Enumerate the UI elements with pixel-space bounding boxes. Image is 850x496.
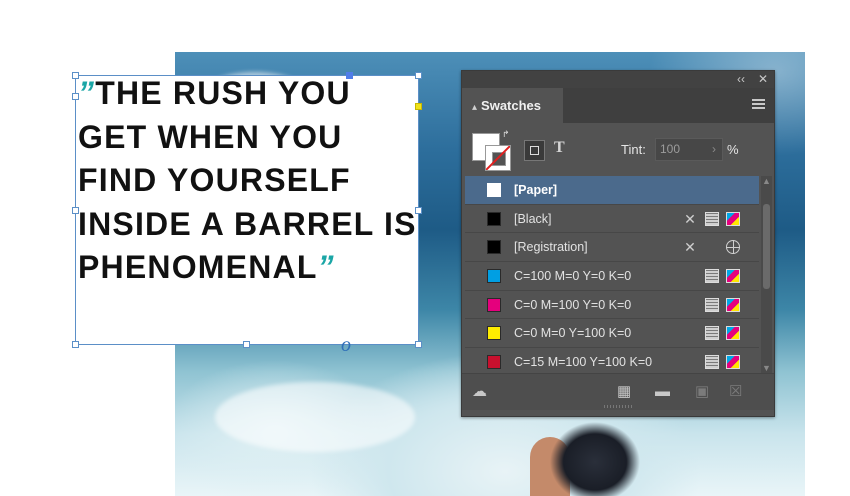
swatch-row[interactable]: C=0 M=100 Y=0 K=0 bbox=[465, 291, 759, 320]
scroll-down-icon[interactable]: ▼︎ bbox=[762, 363, 771, 373]
cmyk-icon bbox=[726, 297, 740, 312]
cmyk-icon bbox=[726, 355, 740, 370]
swatch-chip bbox=[487, 355, 501, 370]
swatch-name: [Registration] bbox=[514, 240, 588, 255]
fill-stroke-widget[interactable]: ↱ bbox=[472, 129, 512, 171]
surfer bbox=[535, 412, 645, 496]
quote-line: PHENOMENAL bbox=[78, 249, 318, 285]
swatch-chip bbox=[487, 240, 501, 255]
no-edit-icon: ✕ bbox=[684, 239, 696, 256]
delete-swatch-icon[interactable]: ☒︎ bbox=[729, 384, 742, 399]
swatch-row[interactable]: [Black] ✕ bbox=[465, 205, 759, 234]
panel-title-bar[interactable]: ‹‹ ✕ bbox=[462, 71, 774, 88]
tab-expand-icon: ▴︎ bbox=[472, 102, 478, 113]
swap-fill-stroke-icon[interactable]: ↱ bbox=[502, 129, 510, 140]
panel-footer: ☁︎ ▦︎ ▬︎ ▣︎ ☒︎ bbox=[462, 373, 774, 410]
no-edit-icon: ✕ bbox=[684, 210, 696, 227]
swatch-row[interactable]: [Paper] bbox=[465, 176, 759, 205]
tint-value: 100 bbox=[660, 142, 681, 156]
cmyk-icon bbox=[726, 326, 740, 341]
swatch-row[interactable]: C=0 M=0 Y=100 K=0 bbox=[465, 319, 759, 349]
process-icon bbox=[705, 211, 719, 226]
process-icon bbox=[705, 269, 719, 284]
close-quote-mark: ” bbox=[317, 249, 335, 285]
panel-menu-icon[interactable] bbox=[752, 99, 765, 111]
scroll-thumb[interactable] bbox=[763, 204, 770, 289]
cc-libraries-icon[interactable]: ☁︎ bbox=[472, 384, 487, 399]
quote-line: GET WHEN YOU bbox=[78, 118, 343, 155]
quote-line: FIND YOURSELF bbox=[78, 162, 351, 198]
swatch-chip bbox=[487, 183, 501, 197]
resize-grip[interactable] bbox=[604, 405, 634, 408]
tab-label: Swatches bbox=[481, 98, 542, 113]
swatch-name: [Black] bbox=[514, 211, 552, 226]
tab-swatches[interactable]: ▴︎ Swatches bbox=[462, 88, 563, 123]
swatch-list: [Paper] [Black] ✕ [Registration] ✕ C=100… bbox=[465, 176, 759, 373]
swatches-panel: ‹‹ ✕ ▴︎ Swatches ↱ T Tint: 100 › % [Paper… bbox=[461, 70, 775, 417]
new-color-group-icon[interactable]: ▬︎ bbox=[655, 384, 670, 399]
registration-icon bbox=[726, 240, 740, 255]
formatting-affects-container-button[interactable] bbox=[524, 140, 545, 161]
formatting-affects-text-button[interactable]: T bbox=[554, 139, 565, 157]
swatch-chip bbox=[487, 269, 501, 284]
close-icon[interactable]: ✕ bbox=[758, 72, 768, 86]
frame-handle-bottom-center[interactable] bbox=[243, 341, 250, 348]
process-icon bbox=[705, 355, 719, 370]
cmyk-icon bbox=[726, 211, 740, 226]
tint-input[interactable]: 100 › bbox=[655, 138, 723, 161]
collapse-panel-icon[interactable]: ‹‹ bbox=[737, 72, 745, 86]
show-swatch-kinds-icon[interactable]: ▦︎ bbox=[617, 384, 631, 399]
swatch-name: C=15 M=100 Y=100 K=0 bbox=[514, 355, 653, 370]
stroke-icon[interactable] bbox=[485, 145, 511, 171]
swatch-name: C=0 M=0 Y=100 K=0 bbox=[514, 326, 632, 341]
quote-text[interactable]: ”THE RUSH YOU GET WHEN YOU FIND YOURSELF… bbox=[78, 72, 418, 290]
frame-handle-bottom-right[interactable] bbox=[415, 341, 422, 348]
new-swatch-icon[interactable]: ▣︎ bbox=[695, 384, 709, 399]
out-port-icon[interactable]: o bbox=[341, 334, 351, 357]
quote-line: THE RUSH YOU bbox=[95, 75, 351, 111]
scroll-up-icon[interactable]: ▲︎ bbox=[762, 176, 771, 186]
swatch-name: C=100 M=0 Y=0 K=0 bbox=[514, 269, 632, 284]
swatch-name: C=0 M=100 Y=0 K=0 bbox=[514, 297, 632, 312]
tint-label: Tint: bbox=[621, 142, 646, 157]
cmyk-icon bbox=[726, 269, 740, 284]
swatch-chip bbox=[487, 326, 501, 341]
process-icon bbox=[705, 297, 719, 312]
swatch-name: [Paper] bbox=[514, 183, 558, 197]
process-icon bbox=[705, 326, 719, 341]
swatch-chip bbox=[487, 297, 501, 312]
swatch-row[interactable]: C=15 M=100 Y=100 K=0 bbox=[465, 348, 759, 373]
open-quote-mark: ” bbox=[78, 75, 96, 111]
swatch-row[interactable]: [Registration] ✕ bbox=[465, 233, 759, 263]
quote-line: INSIDE A BARREL IS bbox=[78, 205, 417, 242]
tint-unit: % bbox=[727, 142, 739, 157]
tint-arrow-icon[interactable]: › bbox=[712, 139, 716, 160]
frame-handle-bottom-left[interactable] bbox=[72, 341, 79, 348]
swatch-row[interactable]: C=100 M=0 Y=0 K=0 bbox=[465, 262, 759, 291]
panel-tab-bar: ▴︎ Swatches bbox=[462, 88, 774, 123]
swatch-chip bbox=[487, 211, 501, 226]
swatch-list-scrollbar[interactable]: ▲︎ ▼︎ bbox=[761, 176, 772, 373]
